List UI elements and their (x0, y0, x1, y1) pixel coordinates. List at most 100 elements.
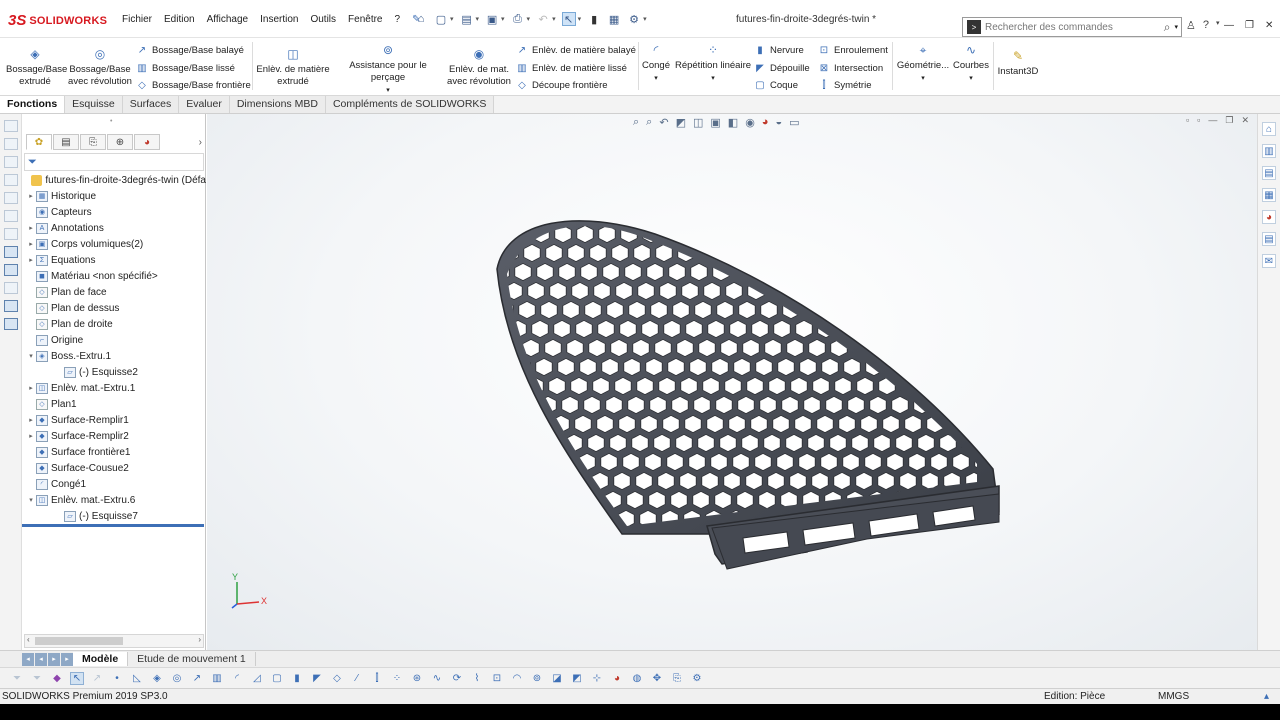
mirror-button[interactable]: ⫿ Symétrie (818, 79, 871, 91)
tab-surfaces[interactable]: Surfaces (122, 96, 180, 113)
tree-node[interactable]: ◆ Surface frontière1 (22, 444, 206, 460)
search-dropdown-icon[interactable]: ▾ (1174, 23, 1178, 31)
cut-loft-button[interactable]: ▥ Enlèv. de matière lissé (516, 62, 627, 74)
part-model-view[interactable]: Y X (207, 114, 1257, 650)
tree-node[interactable]: ▸ ◆ Surface-Remplir2 (22, 428, 206, 444)
file-properties-icon[interactable]: ▦ (607, 12, 621, 26)
appearances-icon[interactable]: ◕ (1262, 210, 1276, 224)
filter-toolbar-icon[interactable]: ⏷ (10, 672, 24, 685)
boss-loft-button[interactable]: ▥ Bossage/Base lissé (136, 62, 235, 74)
cut-swept-button[interactable]: ↗ Enlèv. de matière balayé (516, 44, 636, 56)
smart-dimension-icon[interactable]: ◺ (130, 672, 144, 685)
tree-expand-icon[interactable]: ▸ (26, 416, 36, 424)
tab-complements[interactable]: Compléments de SOLIDWORKS (325, 96, 495, 113)
scroll-right-icon[interactable]: › (198, 635, 201, 644)
wrap-button[interactable]: ⊡ Enroulement (818, 44, 888, 56)
undo-dropdown-icon[interactable]: ▾ (552, 15, 556, 23)
configuration-manager-tab-icon[interactable]: ⎘ (80, 134, 106, 150)
tree-expand-icon[interactable]: ▾ (26, 496, 36, 504)
plane-icon[interactable]: ◇ (330, 672, 344, 685)
minimize-icon[interactable]: — (1224, 20, 1234, 31)
strip-tool-9-icon[interactable] (4, 264, 18, 276)
section-icon[interactable]: ◩ (570, 672, 584, 685)
select-cursor-icon[interactable]: ↖ (561, 12, 576, 26)
strip-tool-6-icon[interactable] (4, 210, 18, 222)
render-icon[interactable]: ◍ (630, 672, 644, 685)
restore-icon[interactable]: ❐ (1245, 20, 1254, 31)
menu-affichage[interactable]: Affichage (201, 14, 255, 25)
tab-modele[interactable]: Modèle (73, 652, 129, 666)
select-other-icon[interactable]: ↗ (90, 672, 104, 685)
tree-node[interactable]: ▱ (-) Esquisse2 (22, 364, 206, 380)
tab-esquisse[interactable]: Esquisse (65, 96, 123, 113)
point-icon[interactable]: • (110, 672, 124, 685)
cut-extrude-button[interactable]: ◫ Enlèv. de matière extrudé (256, 48, 330, 88)
property-manager-tab-icon[interactable]: ▤ (53, 134, 79, 150)
graphics-area[interactable]: ⌕ ⌕ ↶ ◩ ◫ ▣ ◧ ◉ ◕ ◒ ▭ ▫ ▫ — ❐ ✕ Y X (207, 114, 1257, 650)
tree-node[interactable]: ▸ A Annotations (22, 220, 206, 236)
surface-icon[interactable]: ◪ (550, 672, 564, 685)
tree-horizontal-scrollbar[interactable]: ‹ › (24, 634, 204, 648)
tree-root[interactable]: futures-fin-droite-3degrés-twin (Défa (22, 172, 206, 188)
tree-node[interactable]: ▸ ◆ Surface-Remplir1 (22, 412, 206, 428)
rib-small-icon[interactable]: ▮ (290, 672, 304, 685)
sweep-icon[interactable]: ↗ (190, 672, 204, 685)
filter-vertex-icon[interactable]: ⏷ (30, 672, 44, 685)
print-dropdown-icon[interactable]: ▾ (527, 15, 531, 23)
panel-collapse-dot[interactable]: • (110, 118, 112, 125)
tree-node[interactable]: ▸ ▣ Corps volumiques(2) (22, 236, 206, 252)
cut-revolve-button[interactable]: ◉ Enlèv. de mat. avec révolution (446, 48, 512, 88)
measure-icon[interactable]: ⊹ (590, 672, 604, 685)
linear-pattern-dropdown-icon[interactable]: ▾ (711, 75, 715, 82)
forum-icon[interactable]: ✉ (1262, 254, 1276, 268)
chamfer-icon[interactable]: ◿ (250, 672, 264, 685)
tree-node[interactable]: ▱ (-) Esquisse7 (22, 508, 206, 524)
strip-tool-7-icon[interactable] (4, 228, 18, 240)
menu-fenetre[interactable]: Fenêtre (342, 14, 388, 25)
last-tab-icon[interactable]: ▸ (61, 652, 73, 666)
open-dropdown-icon[interactable]: ▾ (476, 15, 480, 23)
tab-dimensions-mbd[interactable]: Dimensions MBD (229, 96, 326, 113)
boss-boundary-button[interactable]: ◇ Bossage/Base frontière (136, 79, 251, 91)
solidworks-resources-icon[interactable]: ⌂ (1262, 122, 1276, 136)
menu-outils[interactable]: Outils (304, 14, 342, 25)
fillet-dropdown-icon[interactable]: ▾ (654, 75, 658, 82)
boss-extrude-button[interactable]: ◈ Bossage/Base extrudé (6, 48, 67, 88)
wrap-small-icon[interactable]: ⊡ (490, 672, 504, 685)
tab-motion-study[interactable]: Etude de mouvement 1 (128, 652, 256, 666)
tree-expand-icon[interactable]: ▸ (26, 432, 36, 440)
linear-pattern-button[interactable]: ⁘ Répétition linéaire ▾ (674, 44, 752, 85)
tab-fonctions[interactable]: Fonctions (0, 96, 66, 113)
close-icon[interactable]: ✕ (1265, 20, 1273, 31)
draft-small-icon[interactable]: ◤ (310, 672, 324, 685)
tree-node[interactable]: ◆ Surface-Cousue2 (22, 460, 206, 476)
circular-pattern-icon[interactable]: ⊛ (410, 672, 424, 685)
prev-tab-icon[interactable]: ◂ (35, 652, 47, 666)
solidworks-logo[interactable]: 3S SOLIDWORKS (8, 12, 107, 29)
select-dropdown-icon[interactable]: ▾ (578, 15, 582, 23)
rib-button[interactable]: ▮ Nervure (754, 44, 804, 56)
loft-icon[interactable]: ▥ (210, 672, 224, 685)
tree-node[interactable]: ▸ ▦ Historique (22, 188, 206, 204)
curves-button[interactable]: ∿ Courbes ▾ (952, 44, 990, 85)
print-icon[interactable]: ⎙ (511, 12, 525, 26)
custom-properties-icon[interactable]: ▤ (1262, 232, 1276, 246)
tree-node[interactable]: ⌐ Origine (22, 332, 206, 348)
extrude-icon[interactable]: ◈ (150, 672, 164, 685)
boss-revolve-button[interactable]: ◎ Bossage/Base avec révolution (68, 48, 132, 88)
cut-boundary-button[interactable]: ◇ Découpe frontière (516, 79, 607, 91)
next-tab-icon[interactable]: ▸ (48, 652, 60, 666)
instant3d-button[interactable]: ✎ Instant3D (996, 50, 1040, 78)
new-document-icon[interactable]: ▢ (434, 12, 448, 26)
mirror-small-icon[interactable]: ⫿ (370, 672, 384, 685)
tree-node[interactable]: ▾ ◈ Boss.-Extru.1 (22, 348, 206, 364)
strip-tool-3-icon[interactable] (4, 156, 18, 168)
shell-button[interactable]: ▢ Coque (754, 79, 798, 91)
tree-node[interactable]: ◜ Congé1 (22, 476, 206, 492)
strip-tool-5-icon[interactable] (4, 192, 18, 204)
tree-expand-icon[interactable]: ▸ (26, 240, 36, 248)
strip-tool-2-icon[interactable] (4, 138, 18, 150)
help-icon[interactable]: ? (1203, 19, 1209, 32)
tree-node[interactable]: ◇ Plan de droite (22, 316, 206, 332)
save-icon[interactable]: ▣ (485, 12, 499, 26)
